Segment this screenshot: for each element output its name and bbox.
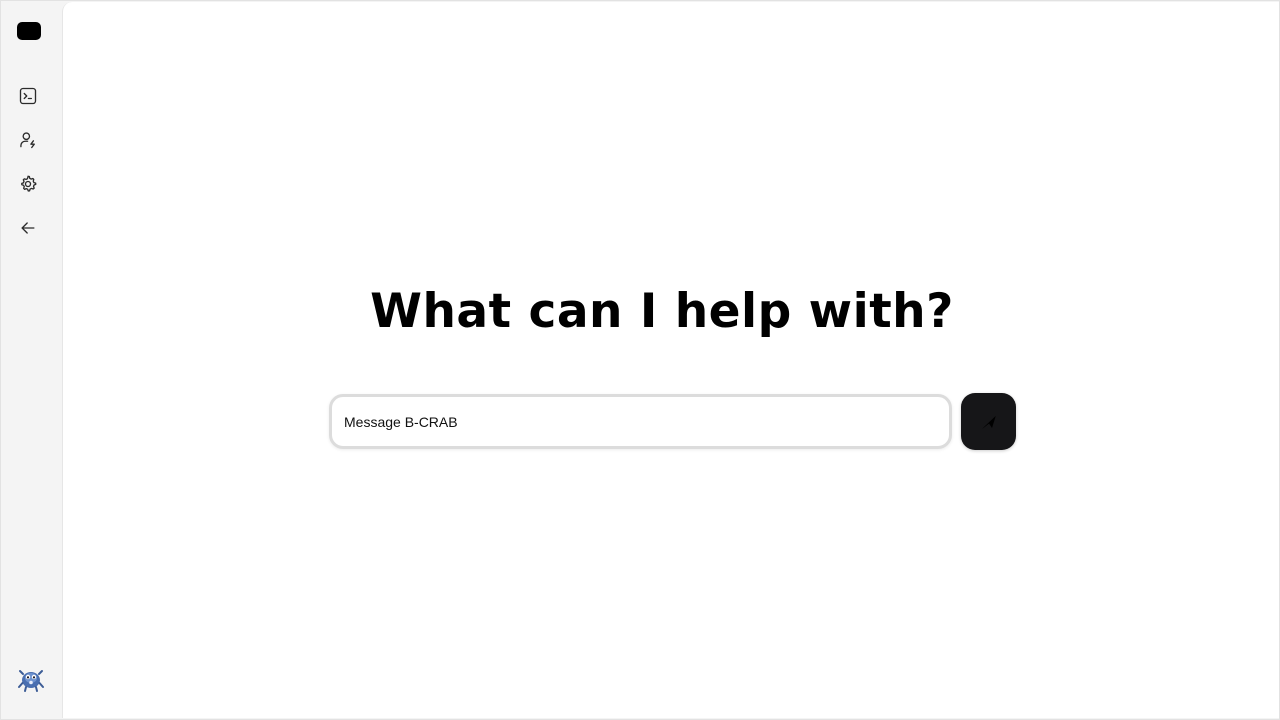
- app-window: What can I help with?: [0, 0, 1280, 720]
- agents-button[interactable]: [15, 127, 41, 153]
- page-title: What can I help with?: [370, 284, 954, 339]
- user-avatar[interactable]: [17, 667, 45, 693]
- gear-icon: [21, 175, 37, 192]
- app-logo[interactable]: [17, 22, 41, 40]
- terminal-icon: [19, 87, 37, 105]
- arrow-left-icon: [21, 222, 35, 234]
- settings-button[interactable]: [15, 171, 41, 197]
- send-icon: [981, 415, 996, 429]
- main-panel: What can I help with?: [62, 2, 1279, 718]
- terminal-button[interactable]: [15, 83, 41, 109]
- send-button[interactable]: [961, 393, 1016, 450]
- message-composer: [329, 394, 952, 449]
- sidebar: [1, 1, 62, 719]
- user-bolt-icon: [20, 132, 35, 149]
- crab-avatar-icon: [18, 670, 44, 692]
- back-button[interactable]: [15, 215, 41, 241]
- message-input[interactable]: [344, 397, 934, 446]
